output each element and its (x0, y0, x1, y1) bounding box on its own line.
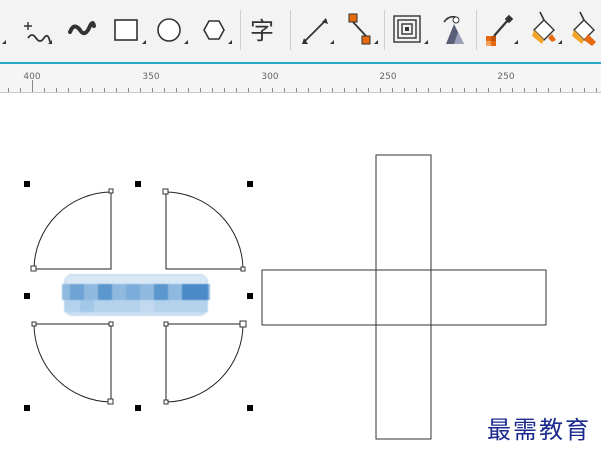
rectangle-icon (114, 19, 146, 44)
ellipse-tool-button[interactable] (150, 8, 190, 52)
ruler-tick (68, 88, 69, 92)
quarter-circle-top-right[interactable] (165, 191, 244, 270)
polygon-tool-button[interactable] (194, 8, 234, 52)
toolbar: 字 (0, 0, 601, 63)
interactive-fill-tool-button[interactable] (568, 8, 601, 52)
dimension-tool-button[interactable] (296, 8, 336, 52)
ruler-label: 250 (497, 72, 515, 82)
fill-eyedropper-tool-button[interactable] (524, 8, 564, 52)
ruler-tick (176, 88, 177, 92)
ruler-tick (428, 88, 429, 92)
ruler-tick (272, 88, 273, 92)
quarter-circle-bottom-left[interactable] (33, 323, 112, 403)
ruler-tick (92, 88, 93, 92)
ruler-label: 250 (379, 72, 397, 82)
contour-icon (393, 15, 428, 44)
ruler-tick (380, 88, 381, 92)
ruler-tick (212, 88, 213, 92)
ruler-tick (224, 88, 225, 92)
ruler-tick (104, 88, 105, 92)
freehand-curve-icon (24, 22, 52, 44)
ruler-label: 300 (261, 72, 279, 82)
ruler-tick (572, 88, 573, 92)
contour-tool-button[interactable] (390, 8, 430, 52)
ruler-tick (404, 88, 405, 92)
ruler-tick (8, 88, 9, 92)
transparency-tool-button[interactable] (434, 8, 474, 52)
ruler-tick (188, 88, 189, 92)
quarter-circle-bottom-right[interactable] (165, 323, 244, 403)
ruler-tick (524, 88, 525, 92)
connector-tool-button[interactable] (340, 8, 380, 52)
ruler-tick (416, 88, 417, 92)
ruler-tick (248, 88, 249, 92)
ruler-tick (20, 88, 21, 92)
ruler-tick (164, 88, 165, 92)
ruler-tick (344, 88, 345, 92)
color-eyedropper-icon (486, 14, 518, 46)
horizontal-rectangle[interactable] (261, 269, 547, 326)
pixelated-region (60, 272, 212, 318)
artistic-media-tool-button[interactable] (62, 8, 102, 52)
ruler-tick (500, 88, 501, 92)
toolbar-separator (290, 10, 291, 50)
rectangle-tool-button[interactable] (108, 8, 148, 52)
transparency-icon (443, 15, 464, 44)
ruler-tick (512, 88, 513, 92)
horizontal-ruler[interactable]: 400 350 300 250 250 (0, 64, 601, 93)
ruler-tick (296, 88, 297, 92)
ruler-tick (80, 88, 81, 92)
ruler-tick (320, 88, 321, 92)
ruler-tick (464, 88, 465, 92)
ruler-tick (308, 88, 309, 92)
ruler-tick (596, 88, 597, 92)
ruler-tick (392, 88, 393, 92)
ruler-tick (548, 88, 549, 92)
ruler-tick (284, 88, 285, 92)
ruler-tick (116, 88, 117, 92)
artistic-media-icon (68, 21, 96, 36)
ruler-tick (152, 88, 153, 92)
ruler-tick (440, 88, 441, 92)
svg-text:字: 字 (250, 17, 274, 45)
ruler-tick (452, 88, 453, 92)
ruler-tick (584, 88, 585, 92)
ruler-tick (32, 80, 33, 92)
ruler-label: 350 (142, 72, 160, 82)
partial-tool-button[interactable] (0, 8, 8, 52)
dimension-icon (302, 18, 334, 44)
connector-icon (348, 13, 378, 45)
ruler-tick (200, 88, 201, 92)
ruler-tick (260, 88, 261, 92)
text-icon: 字 (250, 17, 274, 45)
ruler-tick (488, 88, 489, 92)
ruler-tick (476, 88, 477, 92)
text-tool-button[interactable]: 字 (246, 8, 286, 52)
polygon-icon (203, 20, 232, 44)
freehand-curve-tool-button[interactable] (14, 8, 54, 52)
ruler-tick (236, 88, 237, 92)
vertical-rectangle[interactable] (375, 154, 432, 440)
ruler-tick (536, 88, 537, 92)
ruler-tick (128, 88, 129, 92)
watermark: 最需教育 (487, 416, 591, 444)
interactive-fill-icon (572, 11, 596, 46)
color-eyedropper-tool-button[interactable] (480, 8, 520, 52)
ruler-tick (332, 88, 333, 92)
quarter-circle-top-left[interactable] (33, 191, 112, 270)
ruler-tick (44, 88, 45, 92)
toolbar-separator (384, 10, 385, 50)
ruler-tick (356, 88, 357, 92)
toolbar-separator (240, 10, 241, 50)
ruler-tick (368, 88, 369, 92)
ruler-tick (140, 88, 141, 92)
fill-eyedropper-icon (532, 11, 562, 44)
ellipse-icon (157, 18, 188, 44)
ruler-tick (560, 88, 561, 92)
toolbar-separator (476, 10, 477, 50)
ruler-tick (56, 88, 57, 92)
